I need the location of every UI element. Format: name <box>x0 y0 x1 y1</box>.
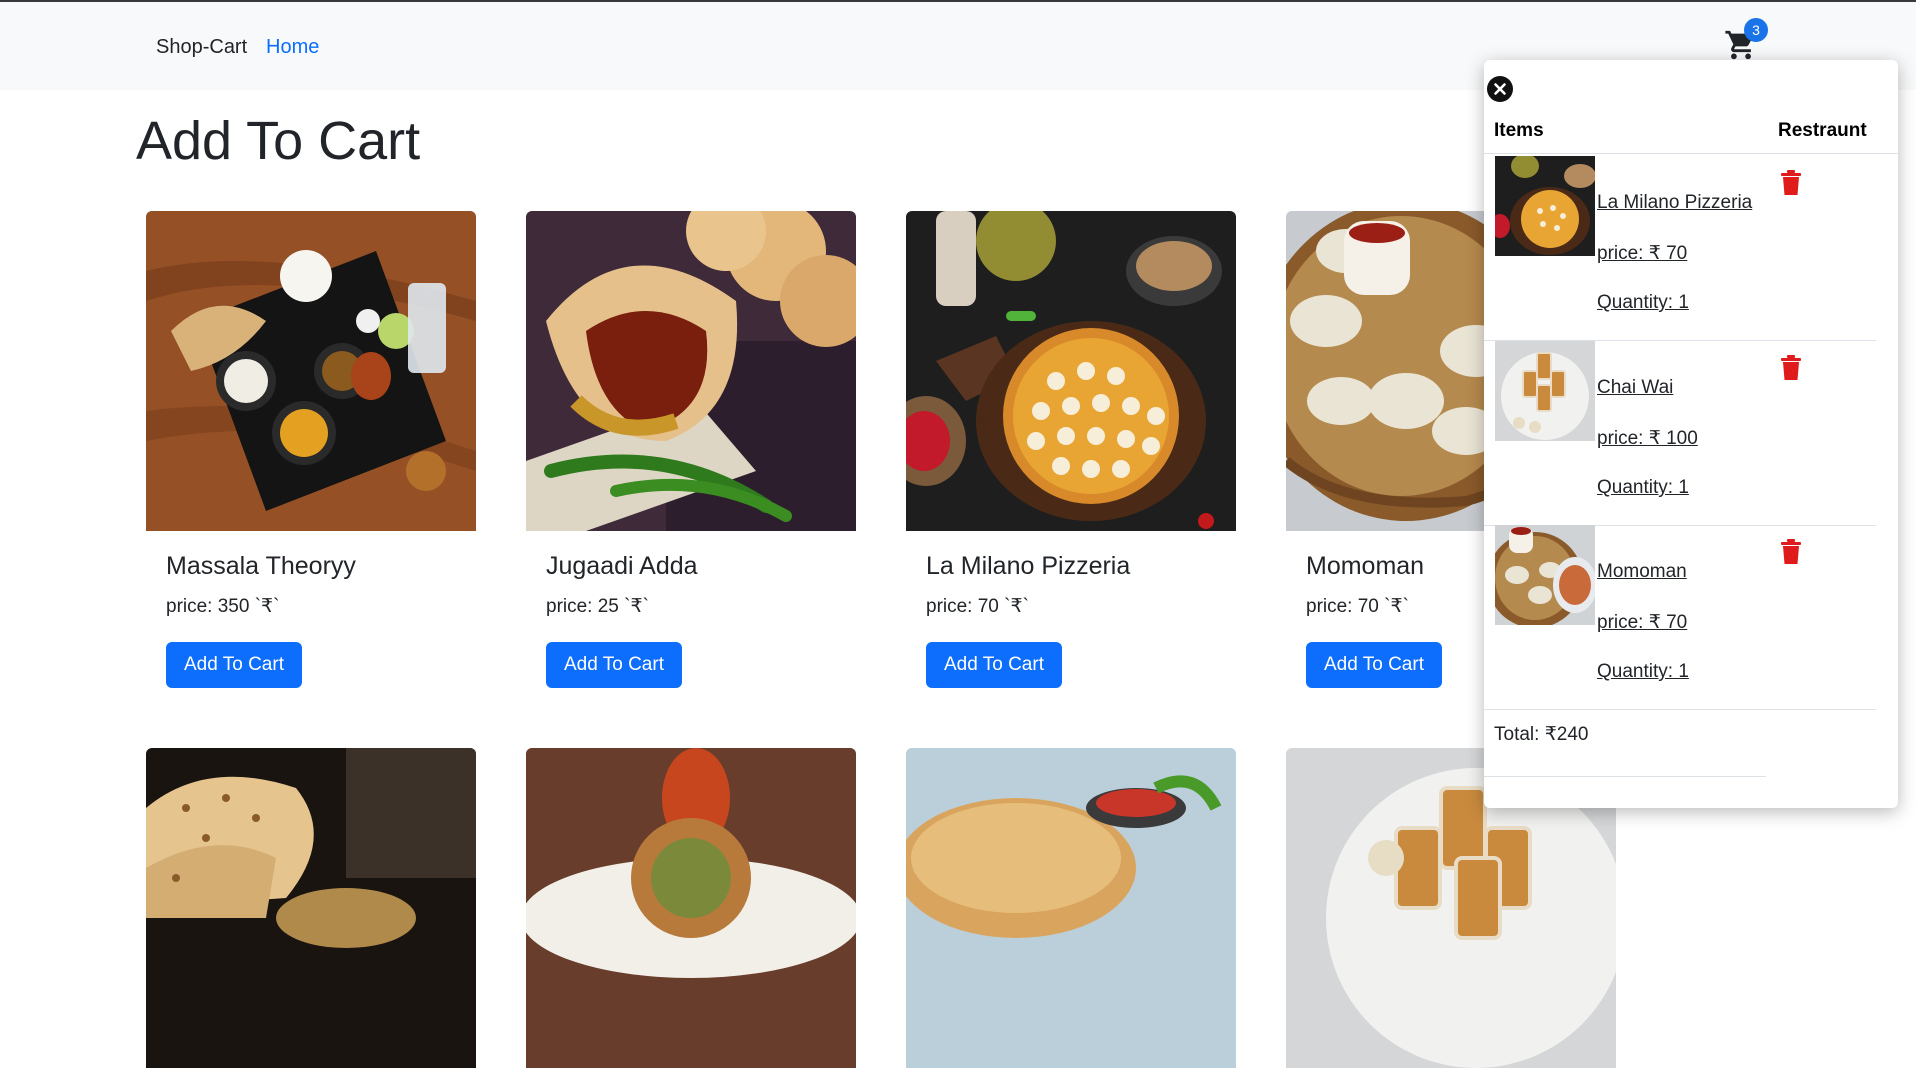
product-price: price: 70 `₹` <box>1306 596 1409 617</box>
trash-icon <box>1781 539 1801 564</box>
product-card <box>906 748 1238 1068</box>
delete-item-button[interactable] <box>1780 170 1802 196</box>
product-image-vada-pav <box>526 211 856 531</box>
cart-item-price-link[interactable]: price: ₹ 100 <box>1597 427 1698 450</box>
cart-header-restaurant: Restraunt <box>1778 120 1867 141</box>
product-card <box>526 748 858 1068</box>
product-name: Jugaadi Adda <box>546 552 698 580</box>
cart-count-badge: 3 <box>1744 18 1768 42</box>
cart-item-name-link[interactable]: La Milano Pizzeria <box>1597 192 1752 214</box>
product-card <box>146 748 478 1068</box>
cart-item-price-link[interactable]: price: ₹ 70 <box>1597 611 1687 634</box>
close-cart-button[interactable] <box>1487 76 1513 102</box>
cart-item-row: Momoman price: ₹ 70 Quantity: 1 <box>1484 525 1898 710</box>
row-divider <box>1484 709 1876 710</box>
close-icon <box>1494 83 1506 95</box>
delete-item-button[interactable] <box>1780 539 1802 565</box>
trash-icon <box>1781 170 1801 195</box>
product-price: price: 70 `₹` <box>926 596 1029 617</box>
product-name: Massala Theoryy <box>166 552 356 580</box>
cart-item-price-link[interactable]: price: ₹ 70 <box>1597 242 1687 265</box>
product-image-naan <box>146 748 476 1068</box>
product-name: Momoman <box>1306 552 1425 580</box>
nav-home-link[interactable]: Home <box>266 36 319 59</box>
header-divider <box>1484 153 1898 154</box>
product-image-pizza <box>906 211 1236 531</box>
product-card: La Milano Pizzeria price: 70 `₹` Add To … <box>906 211 1238 688</box>
product-image-roll <box>526 748 856 1068</box>
add-to-cart-button[interactable]: Add To Cart <box>166 642 302 688</box>
product-price: price: 350 `₹` <box>166 596 280 617</box>
add-to-cart-button[interactable]: Add To Cart <box>546 642 682 688</box>
cart-item-image-momos <box>1495 525 1595 625</box>
product-image-bhatura <box>906 748 1236 1068</box>
cart-item-quantity-link[interactable]: Quantity: 1 <box>1597 477 1689 499</box>
total-divider <box>1484 776 1766 777</box>
cart-item-name-link[interactable]: Momoman <box>1597 561 1687 583</box>
cart-item-quantity-link[interactable]: Quantity: 1 <box>1597 661 1689 683</box>
trash-icon <box>1781 355 1801 380</box>
cart-item-quantity-link[interactable]: Quantity: 1 <box>1597 292 1689 314</box>
product-card: Jugaadi Adda price: 25 `₹` Add To Cart <box>526 211 858 688</box>
cart-item-row: La Milano Pizzeria price: ₹ 70 Quantity:… <box>1484 156 1898 341</box>
cart-header-items: Items <box>1494 120 1544 141</box>
product-image-thali <box>146 211 476 531</box>
cart-item-row: Chai Wai price: ₹ 100 Quantity: 1 <box>1484 341 1898 526</box>
cart-item-name-link[interactable]: Chai Wai <box>1597 377 1673 399</box>
brand-link[interactable]: Shop-Cart <box>156 36 247 59</box>
cart-total: Total: ₹240 <box>1494 724 1589 745</box>
add-to-cart-button[interactable]: Add To Cart <box>926 642 1062 688</box>
cart-item-image-pizza <box>1495 156 1595 256</box>
cart-item-image-chai <box>1495 341 1595 441</box>
product-name: La Milano Pizzeria <box>926 552 1131 580</box>
product-price: price: 25 `₹` <box>546 596 649 617</box>
delete-item-button[interactable] <box>1780 355 1802 381</box>
add-to-cart-button[interactable]: Add To Cart <box>1306 642 1442 688</box>
cart-panel: Items Restraunt La Milano Pizzeria price… <box>1484 60 1898 808</box>
product-card: Massala Theoryy price: 350 `₹` Add To Ca… <box>146 211 478 688</box>
page-title: Add To Cart <box>136 111 421 171</box>
